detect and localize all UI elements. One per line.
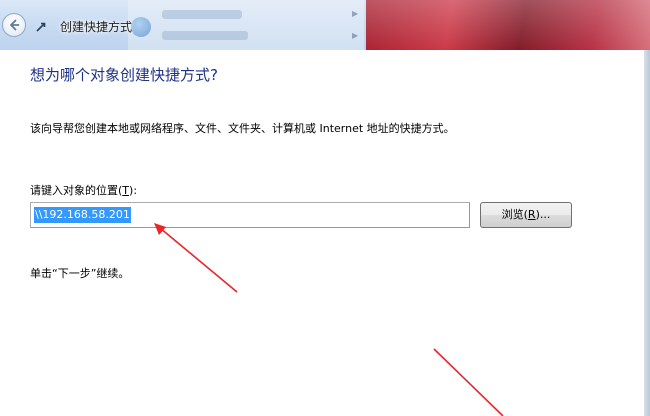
create-shortcut-window: ▶ ▶ 创建快捷方式 想为哪个对象创建快捷方式? 该向导帮您创建本地或网络程序、… — [0, 0, 650, 416]
annotation-arrow-to-next — [433, 348, 504, 416]
annotation-arrows — [154, 223, 504, 416]
annotation-arrow-to-input — [154, 223, 238, 293]
